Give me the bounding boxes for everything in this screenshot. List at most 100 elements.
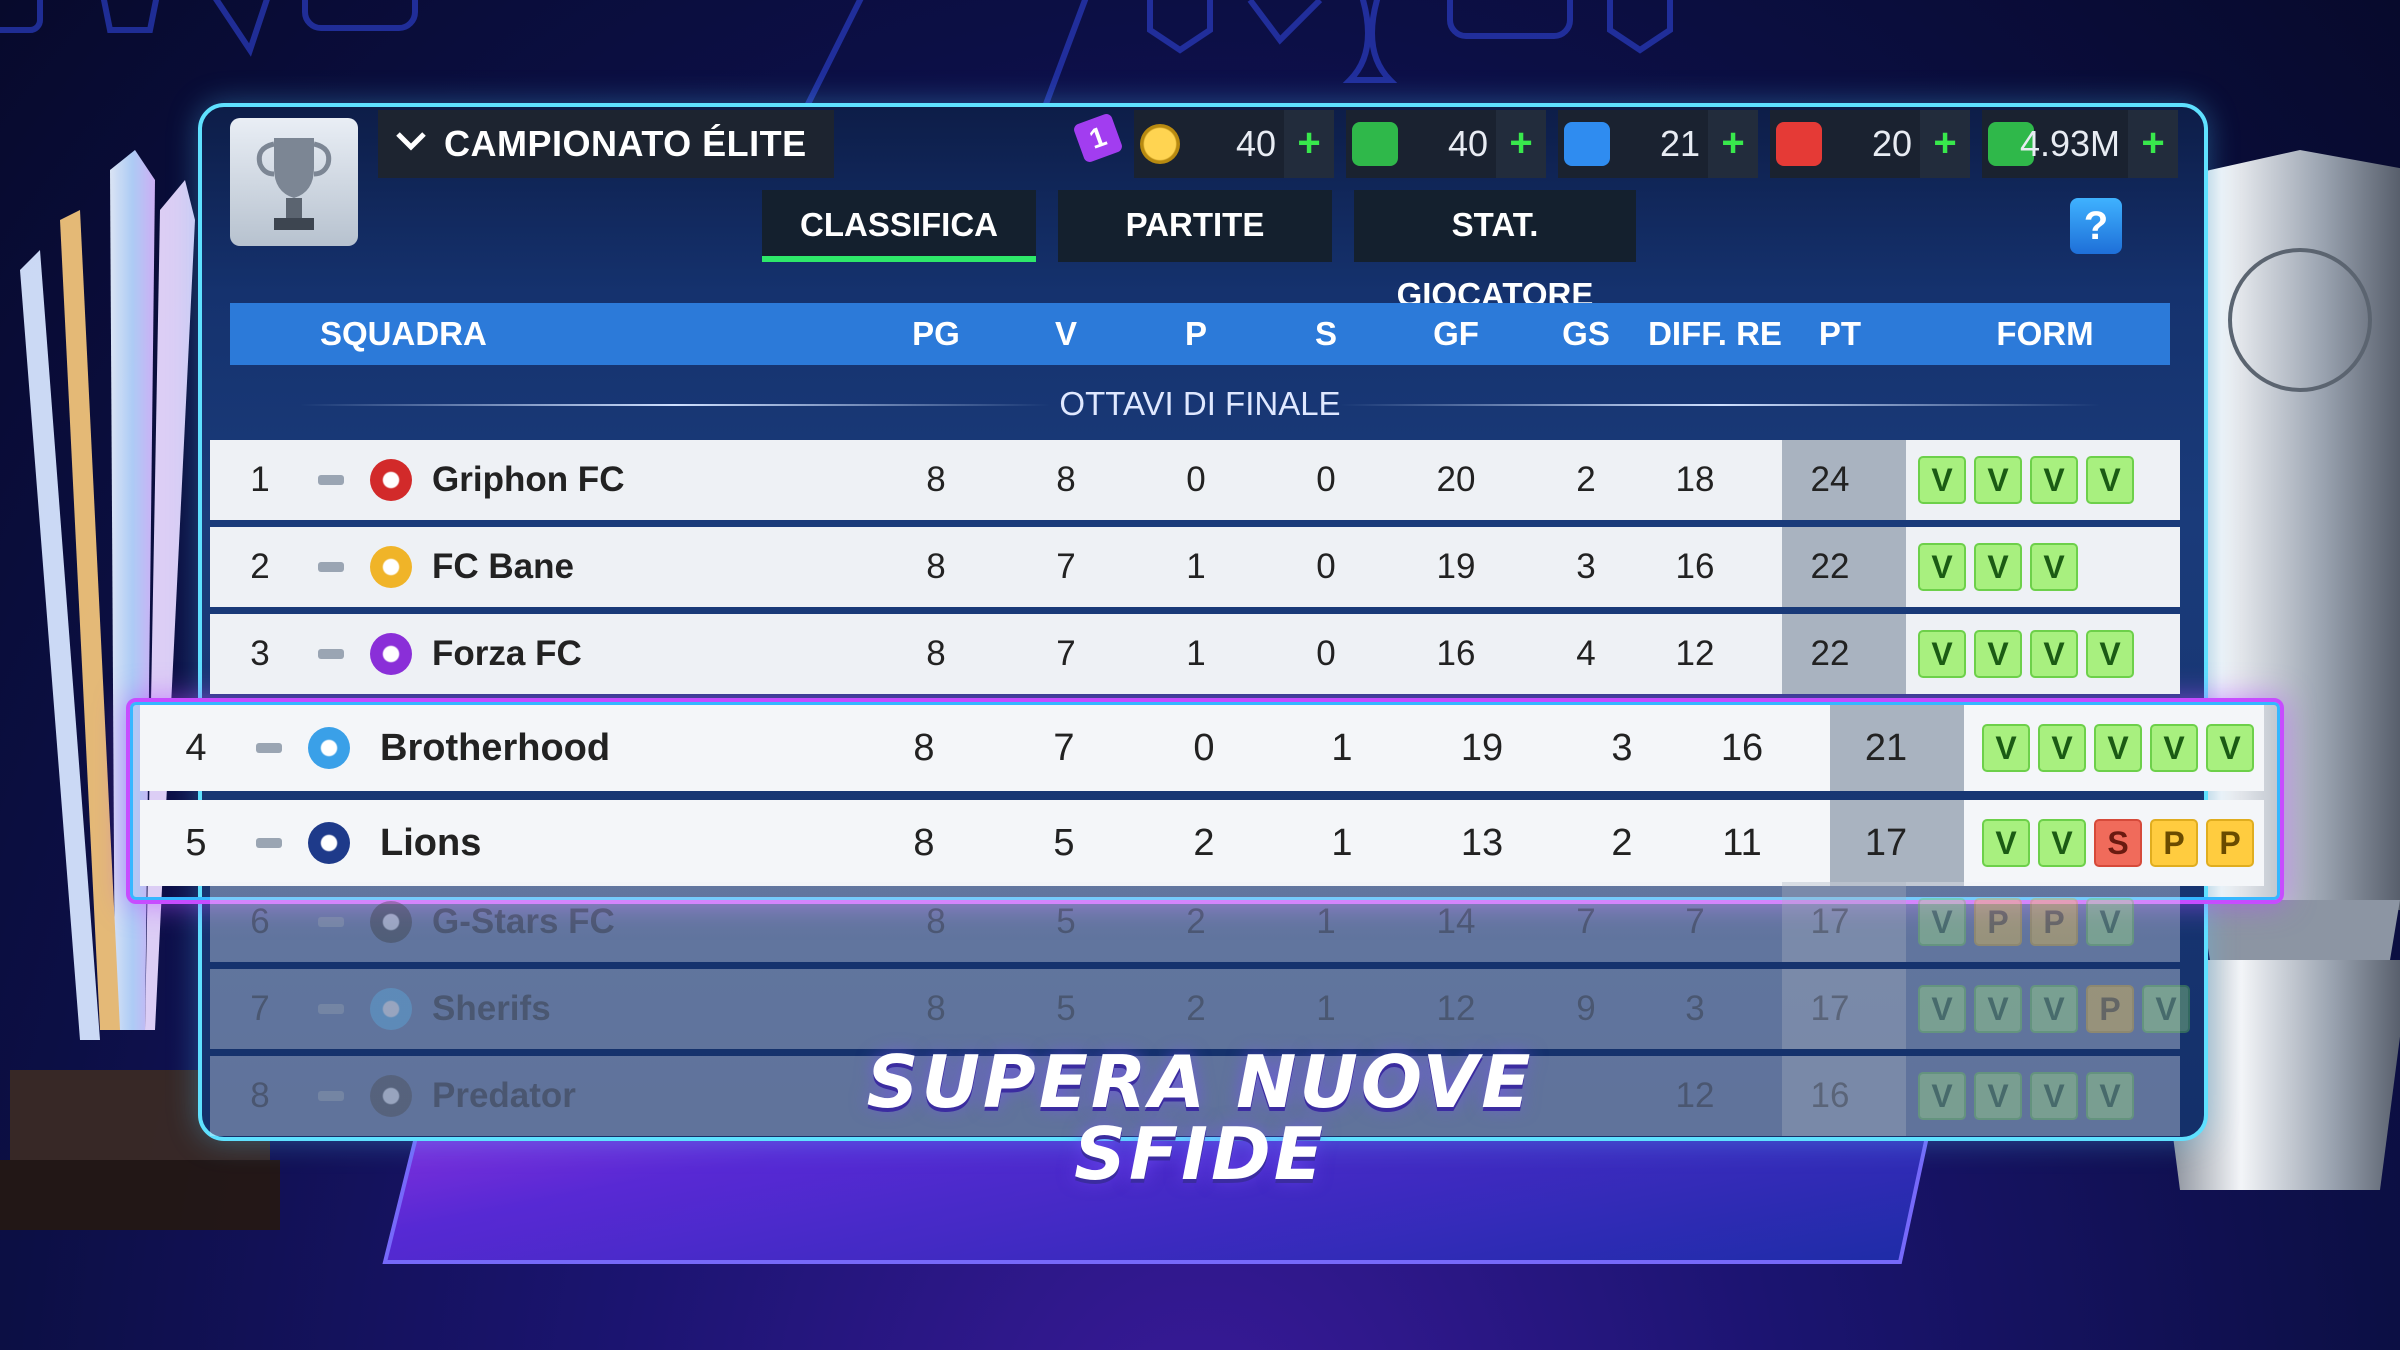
- wins-cell: 5: [1056, 902, 1076, 941]
- team-name: Forza FC: [432, 634, 582, 673]
- resource-medicine: 20 +: [1770, 110, 1970, 178]
- team-crest-icon: [370, 546, 412, 588]
- form-result-badge: V: [1918, 543, 1966, 591]
- goals-for-cell: 12: [1436, 989, 1476, 1028]
- form-result-badge: V: [2030, 985, 2078, 1033]
- form-result-badge: V: [1982, 819, 2030, 867]
- goal-diff-cell: 7: [1685, 902, 1705, 941]
- losses-cell: 0: [1316, 547, 1336, 586]
- played-cell: 8: [926, 902, 946, 941]
- points-cell: 17: [1864, 822, 1908, 864]
- position-cell: 7: [250, 989, 270, 1028]
- wins-cell: 7: [1053, 727, 1075, 769]
- goal-diff-cell: 16: [1675, 547, 1715, 586]
- draws-cell: 2: [1186, 902, 1206, 941]
- add-boosters-button[interactable]: +: [1708, 110, 1758, 178]
- form-result-badge: V: [2150, 724, 2198, 772]
- team-name: Lions: [380, 822, 482, 864]
- played-cell: 8: [926, 547, 946, 586]
- losses-cell: 0: [1316, 460, 1336, 499]
- tab-stat-giocatore[interactable]: STAT. GIOCATORE: [1354, 190, 1636, 313]
- form-result-badge: V: [2038, 724, 2086, 772]
- losses-cell: 1: [1316, 902, 1336, 941]
- add-money-button[interactable]: +: [2128, 110, 2178, 178]
- col-gf[interactable]: GF: [1416, 303, 1496, 365]
- position-cell: 6: [250, 902, 270, 941]
- resource-rests: 40 +: [1346, 110, 1546, 178]
- goal-diff-cell: 18: [1675, 460, 1715, 499]
- no-change-icon: [318, 475, 344, 485]
- points-cell: 24: [1810, 460, 1850, 499]
- form-result-badge: V: [2094, 724, 2142, 772]
- form-result-badge: V: [2086, 456, 2134, 504]
- draws-cell: 0: [1186, 460, 1206, 499]
- played-cell: 8: [913, 727, 935, 769]
- token-icon: [1140, 124, 1180, 164]
- team-name: G-Stars FC: [432, 902, 615, 941]
- col-s[interactable]: S: [1286, 303, 1366, 365]
- team-crest-icon: [370, 988, 412, 1030]
- add-tokens-button[interactable]: +: [1284, 110, 1334, 178]
- form-result-badge: P: [2030, 898, 2078, 946]
- form-result-badge: V: [2038, 819, 2086, 867]
- wins-cell: 8: [1056, 460, 1076, 499]
- wins-cell: 5: [1053, 822, 1075, 864]
- col-v[interactable]: V: [1026, 303, 1106, 365]
- col-form[interactable]: FORM: [1980, 303, 2110, 365]
- no-change-icon: [256, 743, 282, 753]
- goals-against-cell: 9: [1576, 989, 1596, 1028]
- team-name: Brotherhood: [380, 727, 611, 769]
- tab-partite[interactable]: PARTITE: [1058, 190, 1332, 262]
- goals-for-cell: 16: [1436, 634, 1476, 673]
- position-cell: 5: [185, 822, 207, 864]
- draws-cell: 1: [1186, 547, 1206, 586]
- form-result-badge: P: [1974, 898, 2022, 946]
- help-icon[interactable]: ?: [2070, 198, 2122, 254]
- points-cell: 22: [1810, 634, 1850, 673]
- goals-for-cell: 14: [1436, 902, 1476, 941]
- section-label: OTTAVI DI FINALE: [1059, 385, 1341, 422]
- goals-against-cell: 4: [1576, 634, 1596, 673]
- col-squadra[interactable]: SQUADRA: [320, 303, 520, 365]
- goals-for-cell: 19: [1460, 727, 1504, 769]
- no-change-icon: [318, 649, 344, 659]
- team-crest-icon: [308, 822, 350, 864]
- form-result-badge: V: [1974, 456, 2022, 504]
- resource-money: 4.93M +: [1982, 110, 2178, 178]
- col-diff-re[interactable]: DIFF. RE: [1640, 303, 1790, 365]
- tab-classifica[interactable]: CLASSIFICA: [762, 190, 1036, 262]
- add-rests-button[interactable]: +: [1496, 110, 1546, 178]
- wins-cell: 5: [1056, 989, 1076, 1028]
- form-result-badge: V: [2206, 724, 2254, 772]
- position-cell: 3: [250, 634, 270, 673]
- goal-diff-cell: 16: [1720, 727, 1764, 769]
- team-name: FC Bane: [432, 547, 574, 586]
- points-cell: 17: [1810, 902, 1850, 941]
- add-medicine-button[interactable]: +: [1920, 110, 1970, 178]
- goals-against-cell: 2: [1576, 460, 1596, 499]
- points-cell: 21: [1864, 727, 1908, 769]
- form-result-badge: V: [1974, 630, 2022, 678]
- col-pt[interactable]: PT: [1800, 303, 1880, 365]
- goals-for-cell: 13: [1460, 822, 1504, 864]
- goals-for-cell: 20: [1436, 460, 1476, 499]
- form-result-badge: V: [1974, 985, 2022, 1033]
- position-cell: 4: [185, 727, 207, 769]
- goal-diff-cell: 3: [1685, 989, 1705, 1028]
- team-crest-icon: [308, 727, 350, 769]
- form-result-badge: P: [2206, 819, 2254, 867]
- col-p[interactable]: P: [1156, 303, 1236, 365]
- draws-cell: 1: [1186, 634, 1206, 673]
- draws-cell: 0: [1193, 727, 1215, 769]
- col-gs[interactable]: GS: [1546, 303, 1626, 365]
- chevron-down-icon[interactable]: [388, 118, 434, 164]
- col-pg[interactable]: PG: [896, 303, 976, 365]
- played-cell: 8: [926, 989, 946, 1028]
- league-trophy-icon[interactable]: [230, 118, 358, 246]
- form-result-badge: V: [1982, 724, 2030, 772]
- team-crest-icon: [370, 901, 412, 943]
- goal-diff-cell: 11: [1722, 822, 1762, 864]
- goals-for-cell: 19: [1436, 547, 1476, 586]
- form-result-badge: P: [2150, 819, 2198, 867]
- no-change-icon: [318, 562, 344, 572]
